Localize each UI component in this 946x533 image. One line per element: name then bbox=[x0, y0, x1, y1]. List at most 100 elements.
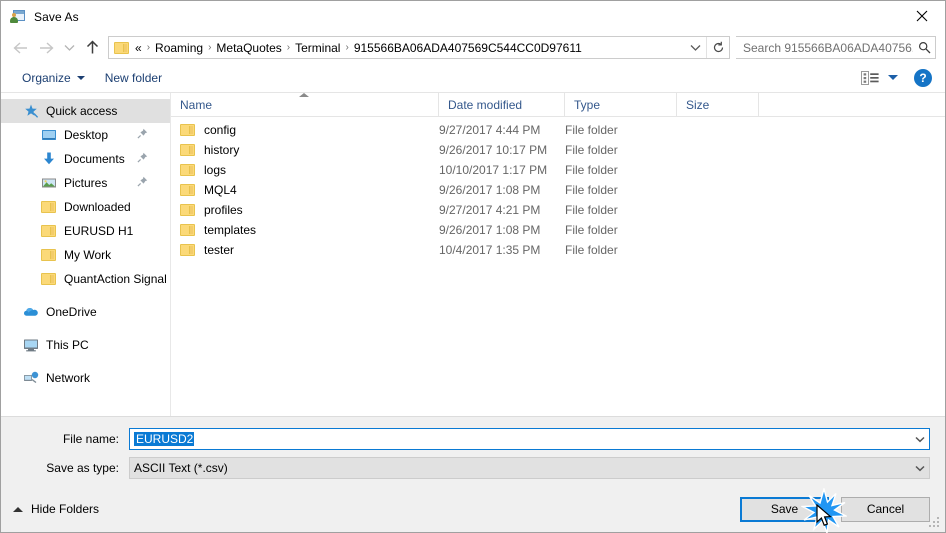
save-as-type-value: ASCII Text (*.csv) bbox=[134, 461, 228, 475]
file-name-value[interactable]: EURUSD2 bbox=[130, 432, 911, 446]
sidebar-label: Downloaded bbox=[64, 200, 131, 214]
file-type: File folder bbox=[565, 183, 618, 197]
address-bar[interactable]: « › Roaming › MetaQuotes › Terminal › 91… bbox=[108, 36, 730, 59]
save-button[interactable]: Save bbox=[740, 496, 829, 522]
close-button[interactable] bbox=[899, 1, 945, 31]
organize-button[interactable]: Organize bbox=[15, 68, 92, 88]
breadcrumb-overflow[interactable]: « bbox=[135, 39, 146, 57]
folder-icon bbox=[114, 41, 130, 55]
column-header-size[interactable]: Size bbox=[677, 93, 759, 116]
column-header-type[interactable]: Type bbox=[565, 93, 677, 116]
sidebar-item-eurusd-h1[interactable]: EURUSD H1 bbox=[1, 219, 170, 243]
pin-icon bbox=[137, 128, 148, 142]
sidebar-item-quick-access[interactable]: Quick access bbox=[1, 99, 170, 123]
file-name-row: File name: EURUSD2 bbox=[16, 428, 930, 450]
address-dropdown-button[interactable] bbox=[684, 37, 706, 58]
up-button[interactable] bbox=[79, 36, 105, 60]
search-box[interactable]: Search 915566BA06ADA40756... bbox=[736, 36, 936, 59]
file-name-cell: logs bbox=[171, 162, 439, 178]
file-name: profiles bbox=[204, 203, 243, 217]
table-row[interactable]: MQL4 9/26/2017 1:08 PM File folder bbox=[171, 180, 945, 200]
sidebar-item-pictures[interactable]: Pictures bbox=[1, 171, 170, 195]
new-folder-button[interactable]: New folder bbox=[98, 68, 169, 88]
save-form: File name: EURUSD2 Save as type: ASCII T… bbox=[1, 416, 945, 486]
file-type: File folder bbox=[565, 203, 618, 217]
folder-icon bbox=[180, 182, 196, 198]
back-button[interactable] bbox=[7, 36, 33, 60]
table-row[interactable]: logs 10/10/2017 1:17 PM File folder bbox=[171, 160, 945, 180]
cancel-button[interactable]: Cancel bbox=[841, 496, 930, 522]
sidebar-item-quantaction-signal[interactable]: QuantAction Signal bbox=[1, 267, 170, 291]
save-as-type-dropdown-button[interactable] bbox=[911, 465, 929, 472]
file-name-cell: history bbox=[171, 142, 439, 158]
sidebar-item-onedrive[interactable]: OneDrive bbox=[1, 300, 170, 324]
column-label: Name bbox=[180, 97, 213, 112]
sidebar-item-my-work[interactable]: My Work bbox=[1, 243, 170, 267]
table-row[interactable]: templates 9/26/2017 1:08 PM File folder bbox=[171, 220, 945, 240]
sidebar-item-downloaded[interactable]: Downloaded bbox=[1, 195, 170, 219]
arrow-left-icon bbox=[12, 41, 27, 54]
sidebar-label: This PC bbox=[46, 338, 89, 352]
search-input[interactable]: Search 915566BA06ADA40756... bbox=[743, 41, 913, 55]
sidebar-item-network[interactable]: Network bbox=[1, 366, 170, 390]
sidebar-label: Documents bbox=[64, 152, 125, 166]
chevron-down-icon bbox=[915, 436, 925, 442]
table-row[interactable]: config 9/27/2017 4:44 PM File folder bbox=[171, 120, 945, 140]
hide-folders-button[interactable]: Hide Folders bbox=[13, 502, 99, 516]
file-name-input[interactable]: EURUSD2 bbox=[129, 428, 930, 450]
chevron-down-icon bbox=[690, 45, 700, 51]
save-as-app-icon bbox=[10, 9, 26, 25]
folder-icon bbox=[180, 122, 196, 138]
breadcrumb-item-guid[interactable]: 915566BA06ADA407569C544CC0D97611 bbox=[350, 39, 586, 57]
network-icon bbox=[23, 370, 39, 386]
file-name-label: File name: bbox=[62, 432, 119, 446]
breadcrumb-item-roaming[interactable]: Roaming bbox=[151, 39, 207, 57]
save-as-type-select[interactable]: ASCII Text (*.csv) bbox=[129, 457, 930, 479]
column-header-name[interactable]: Name bbox=[171, 93, 439, 116]
file-name-dropdown-button[interactable] bbox=[911, 436, 929, 443]
breadcrumb-item-metaquotes[interactable]: MetaQuotes bbox=[212, 39, 285, 57]
file-name: history bbox=[204, 143, 240, 157]
file-date: 9/26/2017 1:08 PM bbox=[439, 223, 541, 237]
dialog-body: Quick access Desktop Documents Pictures … bbox=[1, 93, 945, 416]
sidebar-item-this-pc[interactable]: This PC bbox=[1, 333, 170, 357]
file-date: 9/26/2017 10:17 PM bbox=[439, 143, 548, 157]
resize-grip[interactable] bbox=[929, 517, 941, 529]
file-name: templates bbox=[204, 223, 257, 237]
sidebar-item-documents[interactable]: Documents bbox=[1, 147, 170, 171]
file-type: File folder bbox=[565, 123, 618, 137]
navigation-sidebar: Quick access Desktop Documents Pictures … bbox=[1, 93, 171, 416]
refresh-button[interactable] bbox=[707, 37, 729, 58]
title-bar: Save As bbox=[1, 1, 945, 32]
help-button[interactable]: ? bbox=[914, 68, 932, 87]
view-options-button[interactable] bbox=[860, 70, 880, 86]
view-dropdown-button[interactable] bbox=[888, 75, 898, 80]
file-rows: config 9/27/2017 4:44 PM File folder his… bbox=[171, 117, 945, 416]
column-header-date-modified[interactable]: Date modified bbox=[439, 93, 565, 116]
table-row[interactable]: profiles 9/27/2017 4:21 PM File folder bbox=[171, 200, 945, 220]
file-date: 9/27/2017 4:44 PM bbox=[439, 123, 541, 137]
breadcrumb-item-terminal[interactable]: Terminal bbox=[291, 39, 344, 57]
sidebar-item-desktop[interactable]: Desktop bbox=[1, 123, 170, 147]
search-icon bbox=[913, 41, 935, 54]
sidebar-label: Network bbox=[46, 371, 91, 385]
file-name: config bbox=[204, 123, 237, 137]
file-name-cell: templates bbox=[171, 222, 439, 238]
sidebar-label: Quick access bbox=[46, 104, 118, 118]
sidebar-label: My Work bbox=[64, 248, 112, 262]
recent-locations-button[interactable] bbox=[59, 36, 79, 60]
file-name-cell: profiles bbox=[171, 202, 439, 218]
window-title: Save As bbox=[34, 9, 79, 24]
forward-button[interactable] bbox=[33, 36, 59, 60]
file-name-cell: MQL4 bbox=[171, 182, 439, 198]
sidebar-label: EURUSD H1 bbox=[64, 224, 134, 238]
file-name: MQL4 bbox=[204, 183, 237, 197]
cancel-label: Cancel bbox=[866, 502, 905, 516]
this-pc-icon bbox=[23, 337, 39, 353]
table-row[interactable]: tester 10/4/2017 1:35 PM File folder bbox=[171, 240, 945, 260]
close-icon bbox=[916, 10, 928, 22]
table-row[interactable]: history 9/26/2017 10:17 PM File folder bbox=[171, 140, 945, 160]
arrow-up-icon bbox=[86, 40, 98, 54]
new-folder-label: New folder bbox=[104, 70, 163, 85]
